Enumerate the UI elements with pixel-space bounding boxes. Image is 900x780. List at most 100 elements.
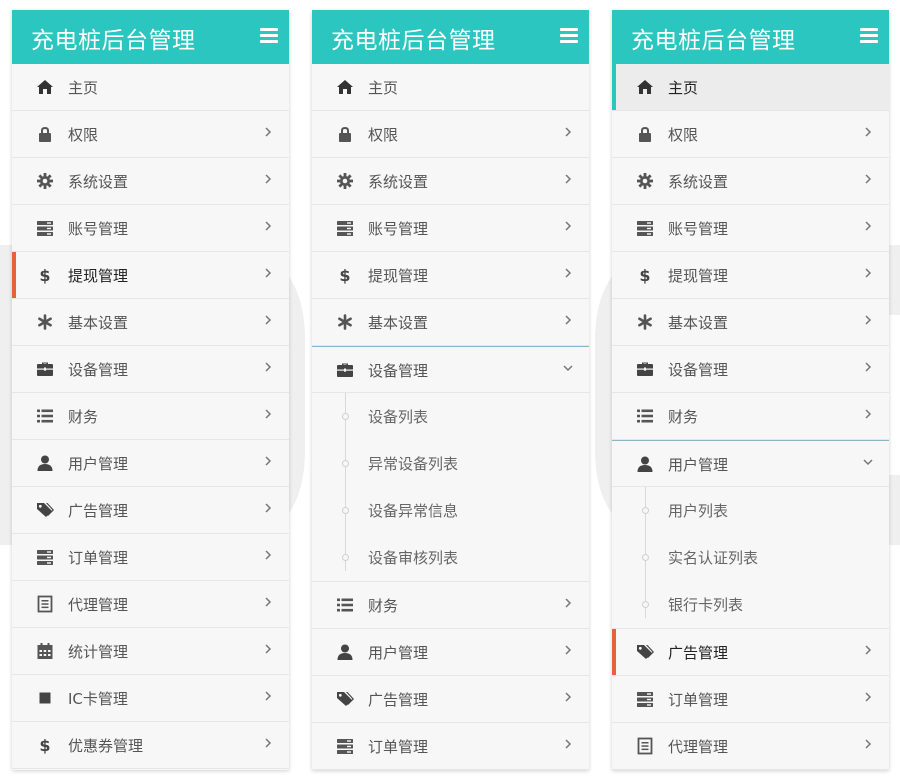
chevron-right-icon xyxy=(263,361,273,373)
tags-icon xyxy=(636,643,654,661)
home-icon xyxy=(636,78,654,96)
sidebar-item-square[interactable]: IC卡管理 xyxy=(12,675,289,722)
sidebar-item-briefcase[interactable]: 设备管理 xyxy=(612,346,889,393)
submenu-item-label: 设备异常信息 xyxy=(368,502,459,520)
sidebar-item-user[interactable]: 用户管理 xyxy=(312,629,589,676)
sidebar-item-dollar[interactable]: $ 提现管理 xyxy=(12,252,289,299)
sidebar-item-home[interactable]: 主页 xyxy=(12,64,289,111)
sidebar-item-label: 代理管理 xyxy=(668,738,729,756)
briefcase-icon xyxy=(636,360,654,378)
chevron-right-icon xyxy=(563,126,573,138)
chevron-right-icon xyxy=(563,691,573,703)
chevron-right-icon xyxy=(263,408,273,420)
sidebar-item-asterisk[interactable]: 基本设置 xyxy=(312,299,589,346)
sidebar-item-label: 设备管理 xyxy=(668,361,729,379)
submenu-item[interactable]: 实名认证列表 xyxy=(612,534,889,581)
lock-icon xyxy=(336,125,354,143)
sidebar-item-calendar[interactable]: 统计管理 xyxy=(12,628,289,675)
sidebar-item-asterisk[interactable]: 基本设置 xyxy=(612,299,889,346)
list-icon xyxy=(36,407,54,425)
app-title: 充电桩后台管理 xyxy=(631,28,796,54)
sidebar-item-user[interactable]: 用户管理 xyxy=(612,440,889,487)
chevron-right-icon xyxy=(563,597,573,609)
sidebar-item-doc[interactable]: 代理管理 xyxy=(612,723,889,770)
sidebar-item-briefcase[interactable]: 设备管理 xyxy=(12,346,289,393)
server-icon xyxy=(36,548,54,566)
sidebar-item-server[interactable]: 订单管理 xyxy=(612,676,889,723)
sidebar-item-home[interactable]: 主页 xyxy=(312,64,589,111)
submenu-item[interactable]: 设备审核列表 xyxy=(312,534,589,581)
submenu-item[interactable]: 设备异常信息 xyxy=(312,487,589,534)
sidebar-item-label: 提现管理 xyxy=(368,267,429,285)
sidebar-item-gear[interactable]: 系统设置 xyxy=(312,158,589,205)
sidebar-item-tags[interactable]: 广告管理 xyxy=(12,487,289,534)
sidebar-item-label: 账号管理 xyxy=(668,220,729,238)
sidebar-item-dollar[interactable]: $ 提现管理 xyxy=(312,252,589,299)
sidebar-panel-2: 充电桩后台管理 主页 权限 系统设置 账号管理 $ 提现管理 基本设置 设备管理 设备列表 异常设备… xyxy=(312,10,589,770)
sidebar-item-lock[interactable]: 权限 xyxy=(12,111,289,158)
submenu-item-label: 实名认证列表 xyxy=(668,549,759,567)
sidebar-item-list[interactable]: 财务 xyxy=(612,393,889,440)
server-icon xyxy=(636,219,654,237)
sidebar-item-label: 广告管理 xyxy=(368,691,429,709)
user-icon xyxy=(36,454,54,472)
chevron-right-icon xyxy=(563,644,573,656)
sidebar-item-list[interactable]: 财务 xyxy=(312,582,589,629)
sidebar-item-server[interactable]: 账号管理 xyxy=(312,205,589,252)
chevron-right-icon xyxy=(863,126,873,138)
list-icon xyxy=(636,407,654,425)
submenu-item[interactable]: 银行卡列表 xyxy=(612,581,889,628)
sidebar-item-briefcase[interactable]: 设备管理 xyxy=(312,346,589,393)
sidebar-item-asterisk[interactable]: 基本设置 xyxy=(12,299,289,346)
svg-text:$: $ xyxy=(39,736,50,754)
sidebar-item-label: 主页 xyxy=(368,79,399,97)
chevron-right-icon xyxy=(263,267,273,279)
sidebar-item-lock[interactable]: 权限 xyxy=(312,111,589,158)
chevron-right-icon xyxy=(263,690,273,702)
sidebar-item-gear[interactable]: 系统设置 xyxy=(12,158,289,205)
chevron-right-icon xyxy=(263,549,273,561)
hamburger-menu-icon[interactable] xyxy=(260,28,278,44)
chevron-right-icon xyxy=(563,314,573,326)
submenu: 设备列表异常设备列表设备异常信息设备审核列表 xyxy=(312,393,589,582)
sidebar-item-doc[interactable]: 代理管理 xyxy=(12,581,289,628)
sidebar-item-server[interactable]: 账号管理 xyxy=(612,205,889,252)
sidebar-item-label: 权限 xyxy=(68,126,99,144)
submenu-bullet-icon xyxy=(642,601,649,608)
hamburger-menu-icon[interactable] xyxy=(560,28,578,44)
sidebar-item-server[interactable]: 订单管理 xyxy=(12,534,289,581)
sidebar-item-gear[interactable]: 系统设置 xyxy=(612,158,889,205)
submenu-item[interactable]: 设备列表 xyxy=(312,393,589,440)
submenu-item[interactable]: 异常设备列表 xyxy=(312,440,589,487)
submenu-bullet-icon xyxy=(342,507,349,514)
sidebar-item-label: 系统设置 xyxy=(368,173,429,191)
submenu-item-label: 设备列表 xyxy=(368,408,429,426)
sidebar-item-label: 基本设置 xyxy=(668,314,729,332)
sidebar-item-tags[interactable]: 广告管理 xyxy=(312,676,589,723)
hamburger-menu-icon[interactable] xyxy=(860,28,878,44)
submenu-item-label: 银行卡列表 xyxy=(668,596,744,614)
sidebar-item-label: 系统设置 xyxy=(668,173,729,191)
chevron-right-icon xyxy=(863,267,873,279)
sidebar-item-dollar[interactable]: $ 提现管理 xyxy=(612,252,889,299)
chevron-right-icon xyxy=(863,173,873,185)
sidebar-header: 充电桩后台管理 xyxy=(612,10,889,64)
sidebar-item-lock[interactable]: 权限 xyxy=(612,111,889,158)
sidebar-item-label: 基本设置 xyxy=(68,314,129,332)
chevron-right-icon xyxy=(263,173,273,185)
submenu-item[interactable]: 用户列表 xyxy=(612,487,889,534)
chevron-right-icon xyxy=(863,738,873,750)
sidebar-item-label: 统计管理 xyxy=(68,643,129,661)
sidebar-item-server[interactable]: 账号管理 xyxy=(12,205,289,252)
sidebar-item-server[interactable]: 订单管理 xyxy=(312,723,589,770)
sidebar-item-dollar[interactable]: $ 优惠券管理 xyxy=(12,722,289,769)
sidebar-item-user[interactable]: 用户管理 xyxy=(12,440,289,487)
sidebar-item-tags[interactable]: 广告管理 xyxy=(612,629,889,676)
user-icon xyxy=(636,455,654,473)
gear-icon xyxy=(36,172,54,190)
sidebar-item-home[interactable]: 主页 xyxy=(612,64,889,111)
asterisk-icon xyxy=(36,313,54,331)
gear-icon xyxy=(336,172,354,190)
asterisk-icon xyxy=(636,313,654,331)
sidebar-item-list[interactable]: 财务 xyxy=(12,393,289,440)
